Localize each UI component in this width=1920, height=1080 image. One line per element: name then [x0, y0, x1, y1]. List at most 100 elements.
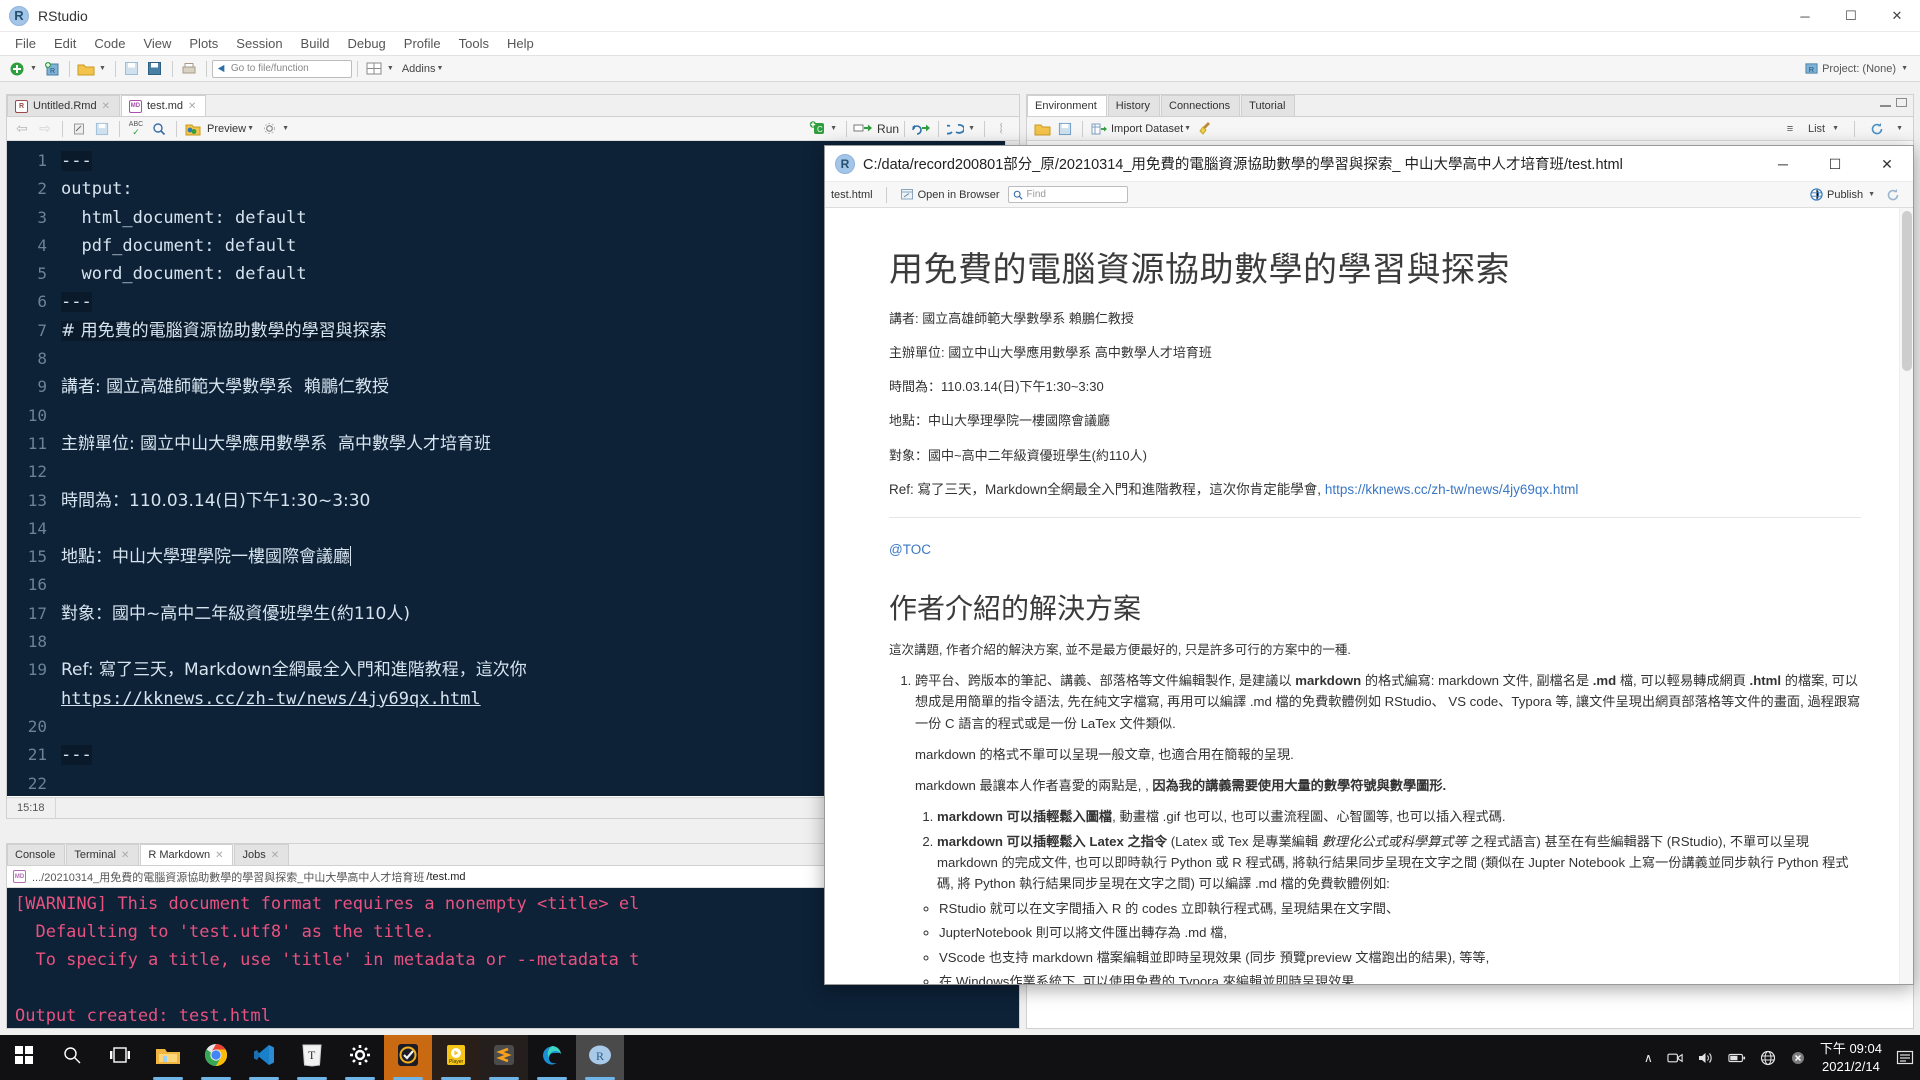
taskbar-picosmos-tools[interactable] [384, 1035, 432, 1080]
battery-icon[interactable] [1728, 1052, 1746, 1064]
minimize-button[interactable]: ─ [1782, 0, 1828, 32]
close-icon[interactable]: ✕ [271, 850, 279, 861]
taskbar-typora[interactable]: T [288, 1035, 336, 1080]
console-tab-console[interactable]: Console [7, 844, 65, 865]
preview-close-button[interactable]: ✕ [1861, 146, 1913, 182]
taskbar-start-button[interactable] [0, 1035, 48, 1080]
refresh-environment-icon[interactable] [1866, 119, 1888, 139]
open-in-browser-button[interactable]: Open in Browser [900, 188, 1000, 201]
menu-item-session[interactable]: Session [227, 34, 291, 53]
new-file-icon[interactable] [6, 59, 28, 79]
taskbar-rstudio[interactable]: R [576, 1035, 624, 1080]
close-icon[interactable]: ✕ [121, 850, 129, 861]
gear-dropdown-icon[interactable]: ▼ [282, 125, 289, 132]
rerun-icon[interactable] [910, 119, 932, 139]
close-icon[interactable]: ✕ [102, 101, 110, 112]
save-workspace-icon[interactable] [1054, 119, 1076, 139]
addins-button[interactable]: Addins [402, 63, 436, 75]
preview-button-label[interactable]: Preview [207, 123, 246, 135]
taskbar-search-button[interactable] [48, 1035, 96, 1080]
show-hidden-icons-chevron-icon[interactable]: ∧ [1644, 1051, 1653, 1065]
source-icon[interactable] [944, 119, 966, 139]
menu-item-debug[interactable]: Debug [338, 34, 394, 53]
find-replace-icon[interactable] [148, 119, 170, 139]
preview-maximize-button[interactable]: ☐ [1809, 146, 1861, 182]
taskbar-task-view-button[interactable] [96, 1035, 144, 1080]
save-all-icon[interactable] [144, 59, 166, 79]
refresh-dropdown-icon[interactable]: ▼ [1896, 125, 1903, 132]
new-project-icon[interactable]: R [41, 59, 63, 79]
preview-icon[interactable] [182, 119, 204, 139]
project-dropdown-icon[interactable]: ▼ [1901, 65, 1908, 72]
pane-minimize-icon[interactable] [1880, 104, 1891, 107]
new-file-dropdown-icon[interactable]: ▼ [30, 65, 37, 72]
panes-dropdown-icon[interactable]: ▼ [387, 65, 394, 72]
preview-refresh-icon[interactable] [1882, 185, 1904, 205]
source-dropdown-icon[interactable]: ▼ [968, 125, 975, 132]
console-tab-jobs[interactable]: Jobs✕ [234, 844, 289, 865]
taskbar-vs-code[interactable] [240, 1035, 288, 1080]
project-selector[interactable]: R Project: (None) ▼ [1805, 62, 1912, 75]
menu-item-plots[interactable]: Plots [180, 34, 227, 53]
close-icon[interactable]: ✕ [215, 850, 223, 861]
source-tab-untitled-rmd[interactable]: RUntitled.Rmd✕ [7, 95, 120, 116]
save-icon[interactable] [121, 59, 143, 79]
taskbar-settings[interactable] [336, 1035, 384, 1080]
preview-minimize-button[interactable]: ─ [1757, 146, 1809, 182]
workspace-panes-icon[interactable] [363, 59, 385, 79]
env-tab-history[interactable]: History [1108, 95, 1160, 116]
pane-maximize-icon[interactable] [1896, 98, 1907, 107]
spellcheck-icon[interactable]: ABC✓ [125, 119, 147, 139]
taskbar-media-player[interactable]: Player [432, 1035, 480, 1080]
import-dataset-dropdown-icon[interactable]: ▼ [1184, 125, 1191, 132]
taskbar-google-chrome[interactable] [192, 1035, 240, 1080]
menu-item-view[interactable]: View [134, 34, 180, 53]
forward-icon[interactable]: ⇨ [34, 119, 56, 139]
run-icon[interactable] [852, 119, 874, 139]
preview-vertical-scrollbar[interactable] [1899, 208, 1913, 984]
publish-button[interactable]: Publish ▼ [1810, 188, 1879, 201]
insert-chunk-icon[interactable]: C [806, 119, 828, 139]
menu-item-code[interactable]: Code [85, 34, 134, 53]
taskbar-sublime-text[interactable] [480, 1035, 528, 1080]
import-dataset-icon[interactable] [1088, 119, 1110, 139]
menu-item-profile[interactable]: Profile [395, 34, 450, 53]
find-input[interactable]: Find [1008, 186, 1128, 203]
outline-icon[interactable]: 𝄔 [990, 119, 1012, 139]
back-icon[interactable]: ⇦ [11, 119, 33, 139]
go-to-file-function-input[interactable]: Go to file/function [212, 60, 352, 78]
insert-chunk-dropdown-icon[interactable]: ▼ [830, 125, 837, 132]
preview-scroll-thumb[interactable] [1902, 211, 1912, 371]
menu-item-edit[interactable]: Edit [45, 34, 85, 53]
preview-dropdown-icon[interactable]: ▼ [247, 125, 254, 132]
pane-minimize-maximize-controls[interactable] [1880, 98, 1907, 107]
notification-icon[interactable] [1896, 1050, 1914, 1065]
open-file-dropdown-icon[interactable]: ▼ [99, 65, 106, 72]
camera-icon[interactable] [1667, 1051, 1684, 1065]
maximize-button[interactable]: ☐ [1828, 0, 1874, 32]
console-tab-r-markdown[interactable]: R Markdown✕ [140, 844, 233, 865]
env-tab-tutorial[interactable]: Tutorial [1241, 95, 1295, 116]
menu-item-help[interactable]: Help [498, 34, 543, 53]
addins-dropdown-icon[interactable]: ▼ [436, 65, 443, 72]
gear-icon[interactable] [258, 119, 280, 139]
reference-link[interactable]: https://kknews.cc/zh-tw/news/4jy69qx.htm… [1325, 482, 1579, 497]
menu-item-file[interactable]: File [6, 34, 45, 53]
globe-icon[interactable] [1760, 1050, 1776, 1066]
menu-item-tools[interactable]: Tools [450, 34, 498, 53]
close-icon[interactable]: ✕ [188, 101, 196, 112]
console-tab-terminal[interactable]: Terminal✕ [66, 844, 139, 865]
import-dataset-label[interactable]: Import Dataset [1111, 123, 1183, 135]
list-view-dropdown-icon[interactable]: ▼ [1832, 125, 1839, 132]
list-view-label[interactable]: List [1808, 123, 1825, 135]
open-folder-icon[interactable] [1031, 119, 1053, 139]
clock[interactable]: 下午 09:04 2021/2/14 [1820, 1040, 1882, 1075]
save-document-icon[interactable] [91, 119, 113, 139]
show-in-new-window-icon[interactable] [68, 119, 90, 139]
close-button[interactable]: ✕ [1874, 0, 1920, 32]
publish-dropdown-icon[interactable]: ▼ [1868, 191, 1875, 198]
open-file-icon[interactable] [75, 59, 97, 79]
broom-icon[interactable] [1195, 119, 1217, 139]
taskbar-file-explorer[interactable] [144, 1035, 192, 1080]
print-icon[interactable] [178, 59, 200, 79]
